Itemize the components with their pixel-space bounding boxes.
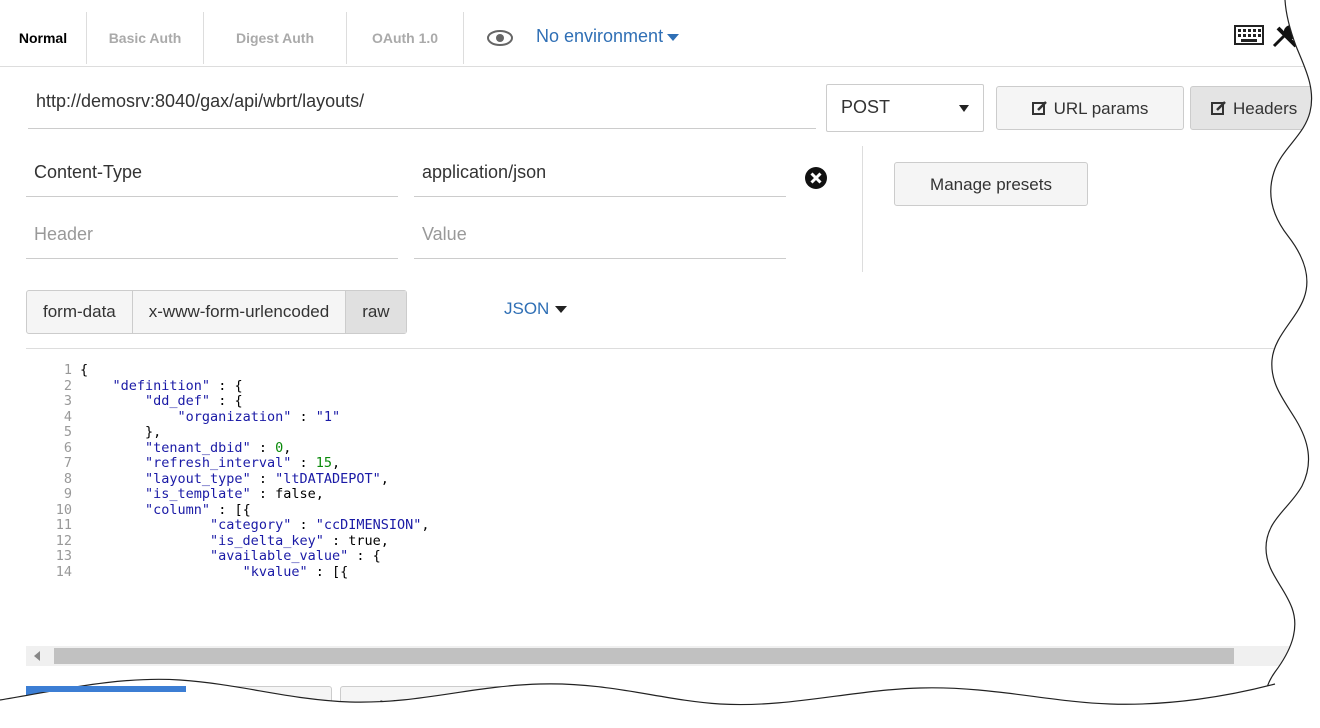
auth-tab-bar: Normal Basic Auth Digest Auth OAuth 1.0 …: [0, 6, 1320, 67]
line-number: 14: [55, 563, 72, 580]
code-content: { "definition" : { "dd_def" : { "organiz…: [80, 362, 430, 580]
headers-label: Headers: [1233, 99, 1298, 118]
header-value-field[interactable]: application/json: [414, 150, 786, 197]
header-value: application/json: [422, 162, 547, 182]
line-number: 4: [63, 408, 72, 425]
reset-button[interactable]: [1270, 686, 1320, 728]
line-number: 10: [55, 501, 72, 518]
keyboard-icon[interactable]: [1234, 24, 1264, 46]
line-number: 13: [55, 548, 72, 564]
line-number: 5: [63, 424, 72, 440]
tab-normal[interactable]: Normal: [0, 12, 87, 64]
horizontal-scrollbar[interactable]: [26, 646, 1320, 666]
line-number: 12: [55, 532, 72, 549]
body-format-selector[interactable]: JSON: [504, 299, 568, 319]
body-mode-raw[interactable]: raw: [346, 291, 406, 333]
body-mode-form-data[interactable]: form-data: [27, 291, 133, 333]
send-button[interactable]: [26, 686, 186, 728]
header-key-field[interactable]: Content-Type: [26, 150, 398, 197]
wrench-icon[interactable]: [1270, 24, 1304, 50]
manage-presets-button[interactable]: Manage presets: [894, 162, 1088, 206]
header-value-placeholder: Value: [422, 224, 467, 244]
url-input[interactable]: http://demosrv:8040/gax/api/wbrt/layouts…: [28, 80, 816, 129]
line-number: 9: [63, 486, 72, 502]
eye-icon[interactable]: [486, 28, 514, 48]
body-mode-urlencoded[interactable]: x-www-form-urlencoded: [133, 291, 347, 333]
line-number: 8: [63, 470, 72, 487]
send-button-edge: [26, 686, 186, 692]
line-number: 1: [63, 362, 72, 378]
tab-oauth[interactable]: OAuth 1.0: [347, 12, 464, 64]
body-mode-selector: form-data x-www-form-urlencoded raw: [26, 290, 407, 334]
postman-request-panel: Normal Basic Auth Digest Auth OAuth 1.0 …: [0, 0, 1320, 728]
line-number: 2: [63, 377, 72, 394]
method-value: POST: [841, 97, 891, 117]
url-params-label: URL params: [1053, 99, 1149, 118]
header-key: Content-Type: [34, 162, 143, 182]
headers-button[interactable]: Headers: [1190, 86, 1320, 130]
line-number: 6: [63, 439, 72, 456]
tab-basic-auth[interactable]: Basic Auth: [87, 12, 204, 64]
chevron-down-icon: [959, 105, 969, 112]
scrollbar-thumb[interactable]: [54, 648, 1234, 664]
scroll-left-icon[interactable]: [34, 651, 40, 661]
raw-body-editor[interactable]: 1 2 3 4 5 6 7 8 9 10 11 12 13 14 { "defi…: [26, 348, 1320, 641]
edit-icon: [1031, 101, 1047, 115]
new-header-value-input[interactable]: Value: [414, 212, 786, 259]
url-value: http://demosrv:8040/gax/api/wbrt/layouts…: [36, 91, 365, 111]
line-number: 3: [63, 393, 72, 409]
remove-header-icon[interactable]: [804, 166, 828, 190]
header-key-placeholder: Header: [34, 224, 94, 244]
environment-label: No environment: [536, 26, 664, 46]
add-to-collection-visible: [346, 690, 534, 728]
edit-icon: [1211, 101, 1226, 115]
line-number: 11: [55, 517, 72, 533]
body-format-label: JSON: [504, 299, 550, 318]
new-header-key-input[interactable]: Header: [26, 212, 398, 259]
preview-button[interactable]: [190, 686, 332, 728]
line-number-gutter: 1 2 3 4 5 6 7 8 9 10 11 12 13 14: [26, 362, 72, 580]
method-select[interactable]: POST: [826, 84, 984, 132]
url-params-button[interactable]: URL params: [996, 86, 1184, 130]
chevron-down-icon: [555, 306, 568, 314]
line-number: 7: [63, 455, 72, 471]
chevron-down-icon: [667, 33, 680, 41]
tab-digest-auth[interactable]: Digest Auth: [204, 12, 347, 64]
divider: [862, 146, 863, 272]
environment-selector[interactable]: No environment: [536, 26, 680, 47]
